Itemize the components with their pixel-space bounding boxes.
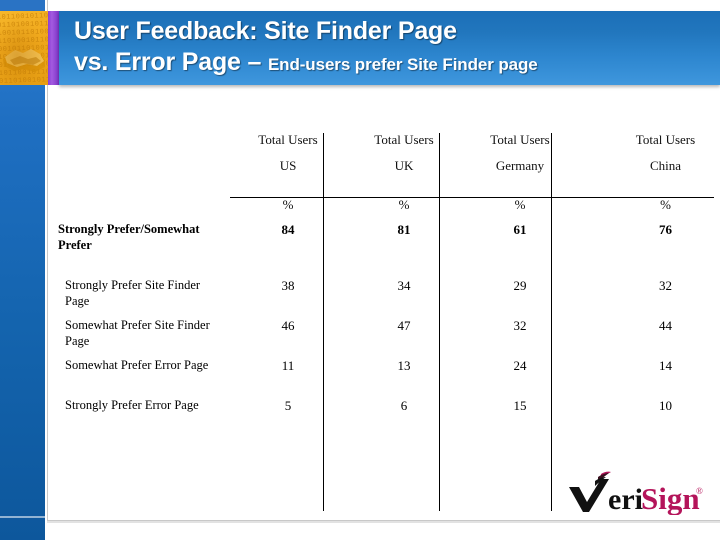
handshake-binary-image: 10110010110101 01101001011010 1001011010… <box>0 11 48 85</box>
header-unit-uk: % <box>398 197 410 212</box>
row-value-germany: 24 <box>513 358 527 373</box>
row-value-us: 46 <box>281 318 295 333</box>
row-value-uk: 6 <box>400 398 408 413</box>
row-label: Somewhat Prefer Site Finder Page <box>58 317 230 349</box>
row-label-text: Somewhat Prefer Site Finder Page <box>65 318 210 348</box>
header-group-uk: Total Users <box>374 132 434 147</box>
row-value-us: 11 <box>281 358 295 373</box>
header-region-uk: UK <box>394 158 414 173</box>
header-unit-china: % <box>660 197 671 212</box>
rail-divider <box>0 516 45 518</box>
row-label: Strongly Prefer Site Finder Page <box>58 277 230 309</box>
header-group-us: Total Users <box>258 132 318 147</box>
row-label-text: Somewhat Prefer Error Page <box>65 358 209 372</box>
row-value-uk: 13 <box>397 358 411 373</box>
page-title-line-2: vs. Error Page – End-users prefer Site F… <box>74 47 712 80</box>
row-value-germany: 15 <box>513 398 527 413</box>
row-value-germany: 29 <box>513 278 527 293</box>
table-header-unit-row: % % % % <box>58 179 714 213</box>
svg-text:eri: eri <box>608 483 643 515</box>
header-region-us: US <box>279 158 297 173</box>
verisign-logo: eri Sign ® <box>565 471 705 515</box>
page-title-line-1: User Feedback: Site Finder Page <box>74 17 457 45</box>
title-banner: User Feedback: Site Finder Page vs. Erro… <box>59 11 720 85</box>
table-row: Strongly Prefer/Somewhat Prefer 84 81 61… <box>58 221 714 277</box>
row-label: Strongly Prefer/Somewhat Prefer <box>58 222 200 252</box>
slide-canvas: 10110010110101 01101001011010 1001011010… <box>0 0 720 540</box>
page-title-line-2-main: vs. Error Page – <box>74 48 268 76</box>
row-value-germany: 32 <box>513 318 527 333</box>
table-row: Somewhat Prefer Error Page 11 13 24 14 <box>58 357 714 397</box>
header-region-china: China <box>649 158 682 173</box>
row-label: Somewhat Prefer Error Page <box>58 357 230 373</box>
row-value-uk: 81 <box>397 222 411 237</box>
row-value-us: 5 <box>284 398 292 413</box>
row-label: Strongly Prefer Error Page <box>58 397 230 413</box>
header-region-germany: Germany <box>495 158 545 173</box>
header-unit-us: % <box>282 197 294 212</box>
row-value-china: 32 <box>659 278 672 293</box>
row-value-uk: 34 <box>397 278 411 293</box>
row-value-germany: 61 <box>513 222 527 237</box>
rail-top-block <box>0 0 45 11</box>
row-value-china: 44 <box>659 318 672 333</box>
purple-accent-stripe <box>48 11 59 85</box>
row-value-us: 38 <box>281 278 295 293</box>
row-label-text: Strongly Prefer Site Finder Page <box>65 278 201 308</box>
table-row: Strongly Prefer Error Page 5 6 15 10 <box>58 397 714 437</box>
header-unit-germany: % <box>514 197 526 212</box>
row-value-us: 84 <box>281 222 295 237</box>
feedback-table: Total Users Total Users Total Users Tota… <box>58 128 714 511</box>
table-row: Strongly Prefer Site Finder Page 38 34 2… <box>58 277 714 317</box>
svg-text:Sign: Sign <box>641 481 700 515</box>
row-value-china: 14 <box>659 358 672 373</box>
hero-shading <box>0 11 48 85</box>
table-header-region-row: US UK Germany China <box>58 150 714 179</box>
page-subtitle: End-users prefer Site Finder page <box>267 55 538 74</box>
row-value-china: 10 <box>659 398 672 413</box>
row-value-china: 76 <box>659 222 672 237</box>
frame-bottom-shadow <box>47 521 720 523</box>
table-header-group-row: Total Users Total Users Total Users Tota… <box>58 128 714 150</box>
table-row: Somewhat Prefer Site Finder Page 46 47 3… <box>58 317 714 357</box>
header-group-germany: Total Users <box>490 132 550 147</box>
verisign-logo-mark: eri Sign ® <box>569 471 703 515</box>
svg-text:®: ® <box>696 486 703 496</box>
row-value-uk: 47 <box>397 318 411 333</box>
header-group-china: Total Users <box>635 132 696 147</box>
row-label-text: Strongly Prefer Error Page <box>65 398 199 412</box>
